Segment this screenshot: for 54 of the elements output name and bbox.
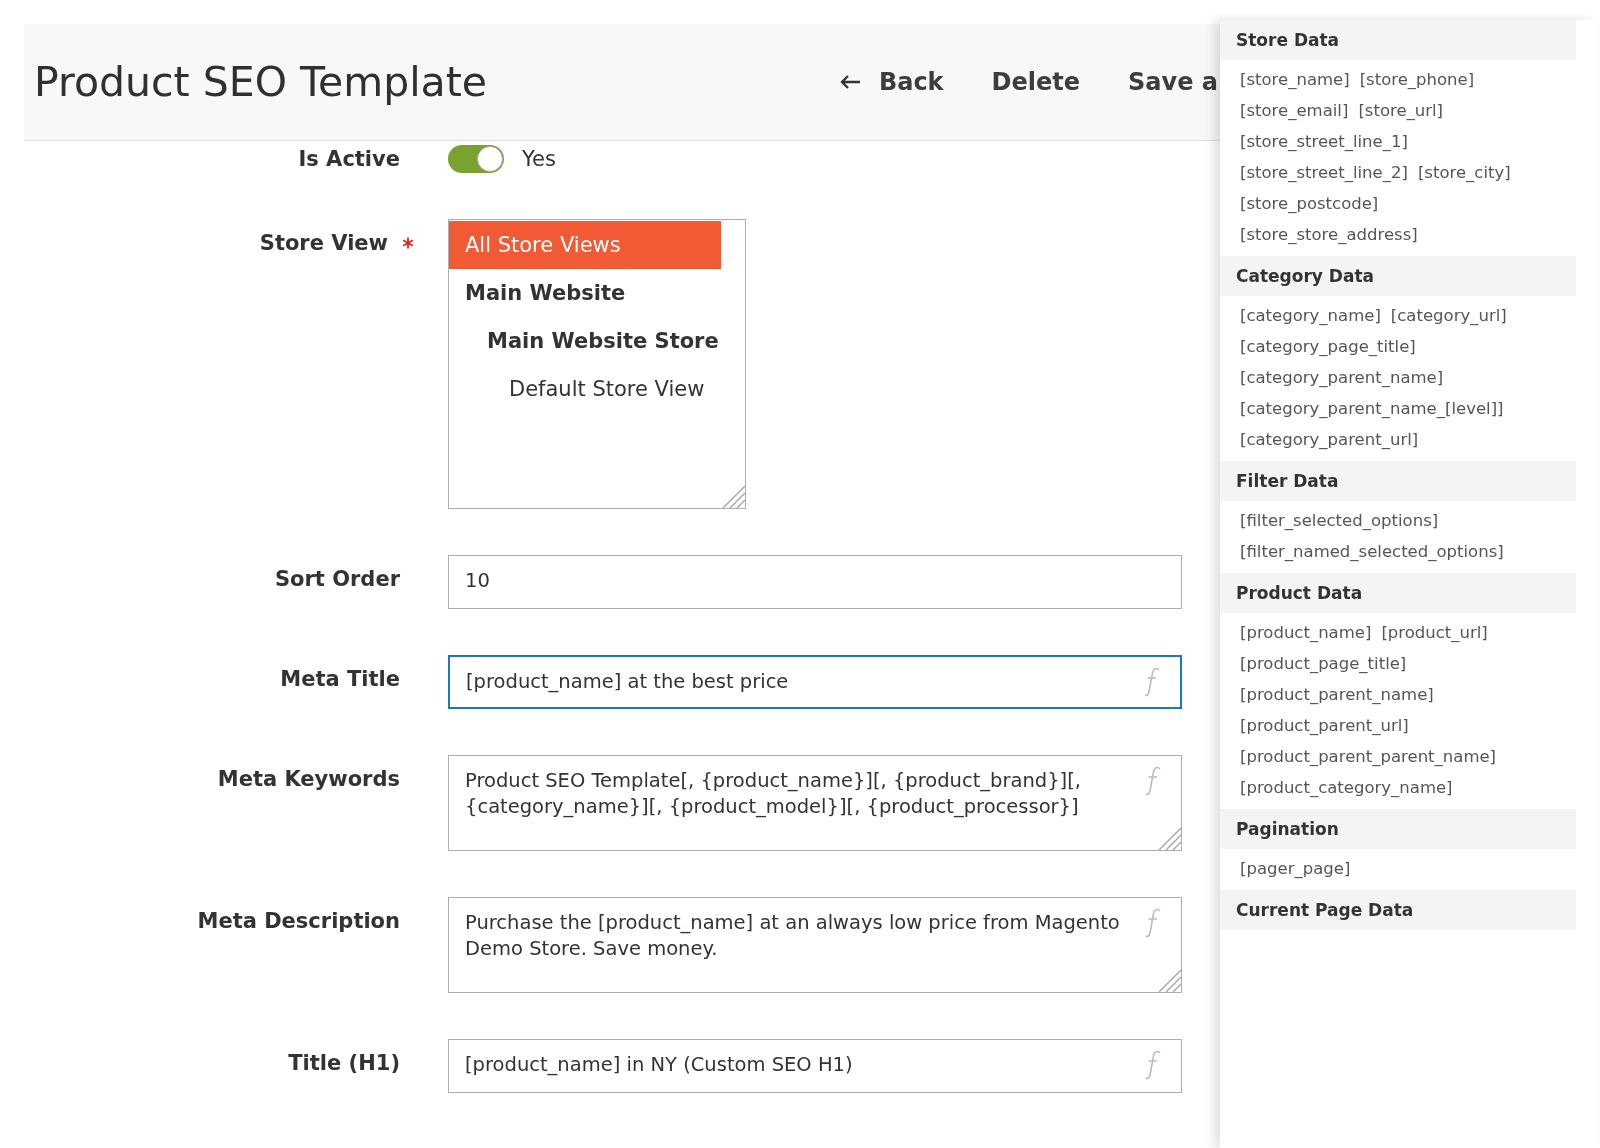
header-button[interactable]: Save a <box>1126 64 1220 100</box>
variable-link[interactable]: [store_street_line_2] <box>1240 163 1408 182</box>
input-field[interactable]: 10 <box>448 555 1182 609</box>
field-label: Sort Order <box>274 567 400 591</box>
variable-link[interactable]: [category_parent_name_[level]] <box>1240 399 1504 418</box>
variable-link[interactable]: [product_name] <box>1240 623 1372 642</box>
section-heading: Product Data <box>1220 573 1576 613</box>
section-heading: Filter Data <box>1220 461 1576 501</box>
variable-link[interactable]: [store_email] <box>1240 101 1349 120</box>
section-heading: Current Page Data <box>1220 890 1576 930</box>
variable-link[interactable]: [store_postcode] <box>1240 194 1379 213</box>
input-field[interactable]: Product SEO Template[, {product_name}][, {product_brand}][, {category_name}][, {product_model}][, {product_processor}] <box>448 755 1182 851</box>
field-label: Is Active <box>298 147 400 171</box>
variable-link[interactable]: [store_store_address] <box>1240 225 1418 244</box>
page-title: Product SEO Template <box>34 58 488 106</box>
variable-link[interactable]: [category_parent_url] <box>1240 430 1419 449</box>
store-view-list[interactable]: All Store Views Main Website Main Website Store Default Store View <box>448 219 746 509</box>
variable-link[interactable]: [product_parent_url] <box>1240 716 1409 735</box>
section-heading: Pagination <box>1220 809 1576 849</box>
variable-link[interactable]: [product_parent_parent_name] <box>1240 747 1497 766</box>
field-label: Meta Title <box>280 667 400 691</box>
variable-link[interactable]: [product_url] <box>1381 623 1488 642</box>
variable-link[interactable]: [store_street_line_1] <box>1240 132 1408 151</box>
store-view-option[interactable]: Default Store View <box>449 365 721 413</box>
variable-link[interactable]: [category_page_title] <box>1240 337 1416 356</box>
header-button[interactable]: Back <box>836 64 946 100</box>
input-field[interactable]: [product_name] in NY (Custom SEO H1) <box>448 1039 1182 1093</box>
section-heading: Store Data <box>1220 20 1576 60</box>
field-label: Meta Keywords <box>217 767 400 791</box>
field-label: Title (H1) <box>288 1051 400 1075</box>
variable-link[interactable]: [pager_page] <box>1240 859 1351 878</box>
toggle-value: Yes <box>522 147 556 171</box>
variable-link[interactable]: [category_name] <box>1240 306 1381 325</box>
variable-link[interactable]: [store_name] <box>1240 70 1350 89</box>
back-arrow-icon <box>838 74 861 90</box>
variable-link[interactable]: [product_parent_name] <box>1240 685 1434 704</box>
input-field[interactable]: [product_name] at the best price <box>448 655 1182 709</box>
field-label: Store View <box>259 231 388 255</box>
header-button[interactable]: Delete <box>989 64 1083 100</box>
store-view-option[interactable]: Main Website <box>449 269 721 317</box>
toggle-switch[interactable] <box>448 145 504 173</box>
variable-link[interactable]: [store_city] <box>1417 163 1511 182</box>
variable-link[interactable]: [store_phone] <box>1359 70 1475 89</box>
variable-link[interactable]: [product_page_title] <box>1240 654 1407 673</box>
field-label: Meta Description <box>197 909 400 933</box>
section-heading: Category Data <box>1220 256 1576 296</box>
input-field[interactable]: Purchase the [product_name] at an always low price from Magento Demo Store. Save money. <box>448 897 1182 993</box>
variable-link[interactable]: [category_parent_name] <box>1240 368 1444 387</box>
variable-link[interactable]: [filter_named_selected_options] <box>1240 542 1504 561</box>
variable-link[interactable]: [filter_selected_options] <box>1240 511 1439 530</box>
store-view-option[interactable]: Main Website Store <box>449 317 721 365</box>
variable-link[interactable]: [product_category_name] <box>1240 778 1453 797</box>
variable-link[interactable]: [store_url] <box>1358 101 1444 120</box>
variable-link[interactable]: [category_url] <box>1390 306 1507 325</box>
